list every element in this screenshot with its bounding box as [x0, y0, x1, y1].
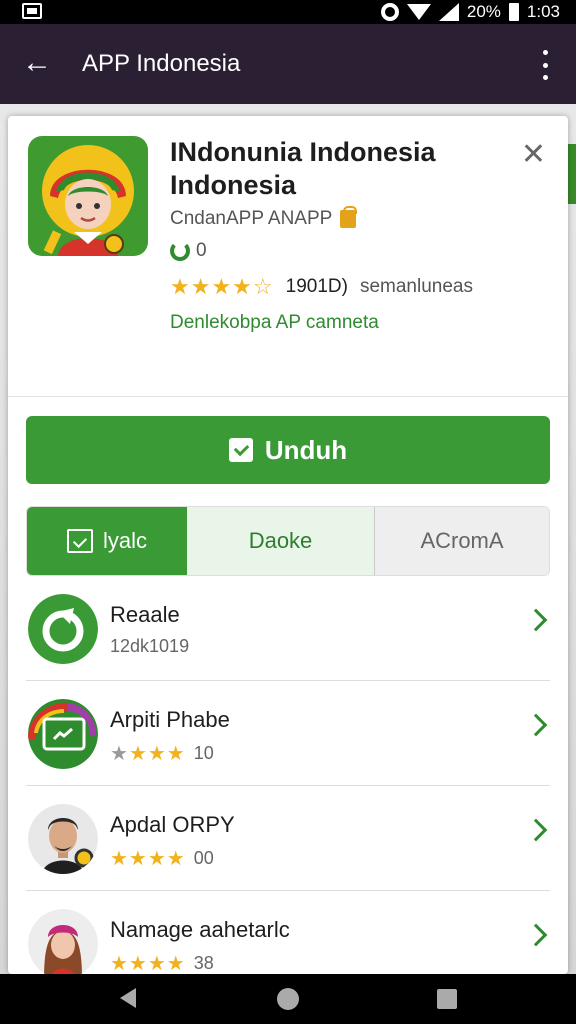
- clock: 1:03: [526, 2, 560, 21]
- nav-back-icon[interactable]: [120, 988, 136, 1008]
- list-item-rating: 38: [193, 953, 214, 973]
- list-item-date: 12dk1019: [110, 636, 190, 656]
- notification-icon: [22, 3, 42, 19]
- chevron-right-icon: [524, 713, 548, 737]
- tab-1[interactable]: lyalc: [27, 507, 187, 575]
- chevron-right-icon: [524, 608, 548, 632]
- refresh-badge-icon: [28, 594, 98, 664]
- list-item-rating: 00: [193, 848, 214, 868]
- back-arrow-icon[interactable]: ←: [22, 48, 54, 80]
- tab-3-label: ACromA: [420, 528, 504, 553]
- list-item-title: Arpiti Phabe: [110, 707, 230, 732]
- status-icons: 20% 1:03: [380, 2, 560, 22]
- list-item-title: Reaale: [110, 602, 180, 627]
- rating-row: ★★★★☆ 1901D) semanluneas: [170, 274, 473, 300]
- more-options-icon[interactable]: [540, 50, 550, 80]
- rating-stars: ★★★★: [110, 848, 186, 870]
- list-item-subtitle: ★★★★ 00: [110, 846, 214, 871]
- list-item-rating: 10: [193, 743, 214, 763]
- download-icon: [228, 438, 253, 462]
- status-bar: 20% 1:03: [0, 0, 576, 24]
- woman-avatar: [28, 909, 98, 974]
- navigation-bar: [0, 974, 576, 1024]
- list-item[interactable]: Apdal ORPY ★★★★ 00: [26, 786, 550, 891]
- nav-recents-icon[interactable]: [437, 989, 457, 1009]
- battery-icon: [508, 3, 519, 21]
- app-bar: ← APP Indonesia: [0, 24, 576, 104]
- screen-app-icon: [28, 699, 98, 769]
- page-title: APP Indonesia: [82, 50, 241, 77]
- list-item-subtitle: ★★★★ 38: [110, 951, 214, 974]
- category-link[interactable]: Denlekobpa AP camneta: [170, 312, 379, 334]
- list-item[interactable]: Namage aahetarlc ★★★★ 38: [26, 891, 550, 974]
- signal-icon: [438, 3, 459, 21]
- tab-2-label: Daoke: [248, 528, 313, 553]
- close-icon[interactable]: ✕: [521, 140, 546, 170]
- chevron-right-icon: [524, 818, 548, 842]
- divider: [8, 396, 568, 397]
- downloads-row: 0: [170, 240, 207, 262]
- reviews-count: 1901D): [285, 276, 348, 297]
- app-name: INdonunia Indonesia Indonesia: [170, 137, 436, 200]
- man-avatar: [28, 804, 98, 874]
- wifi-icon: [406, 4, 431, 20]
- tab-3[interactable]: ACromA: [375, 507, 549, 575]
- checkbox-icon: [66, 529, 93, 553]
- developer-name: CndanAPP ANAPP: [170, 208, 333, 229]
- refresh-icon: [170, 241, 190, 261]
- settings-icon: [380, 3, 399, 21]
- reviews-label: semanluneas: [359, 276, 473, 297]
- app-icon: [28, 136, 148, 256]
- battery-percent: 20%: [466, 2, 501, 21]
- tab-bar: lyalc Daoke ACromA: [26, 506, 550, 576]
- list-item[interactable]: Reaale 12dk1019: [26, 576, 550, 681]
- downloads-count: 0: [196, 240, 207, 261]
- chevron-right-icon: [524, 923, 548, 947]
- list-item-title: Namage aahetarlc: [110, 917, 290, 942]
- bag-icon: [340, 206, 358, 228]
- list-item-title: Apdal ORPY: [110, 812, 235, 837]
- developer-row[interactable]: CndanAPP ANAPP: [170, 206, 358, 230]
- rating-stars: ★★★★☆: [170, 274, 274, 299]
- install-button-label: Unduh: [264, 434, 348, 465]
- rating-stars: ★★★★: [110, 743, 186, 765]
- list-item[interactable]: Arpiti Phabe ★★★★ 10: [26, 681, 550, 786]
- tab-1-label: lyalc: [102, 528, 147, 553]
- nav-home-icon[interactable]: [277, 988, 299, 1010]
- list-item-subtitle: 12dk1019: [110, 636, 189, 657]
- tab-2[interactable]: Daoke: [187, 507, 375, 575]
- install-button[interactable]: Unduh: [26, 416, 550, 484]
- list-item-subtitle: ★★★★ 10: [110, 741, 214, 766]
- related-list: Reaale 12dk1019 Arpiti Phabe ★★★★ 10 Apd…: [26, 576, 550, 974]
- app-details-sheet: INdonunia Indonesia Indonesia ✕ CndanAPP…: [8, 116, 568, 974]
- rating-stars: ★★★★: [110, 953, 186, 974]
